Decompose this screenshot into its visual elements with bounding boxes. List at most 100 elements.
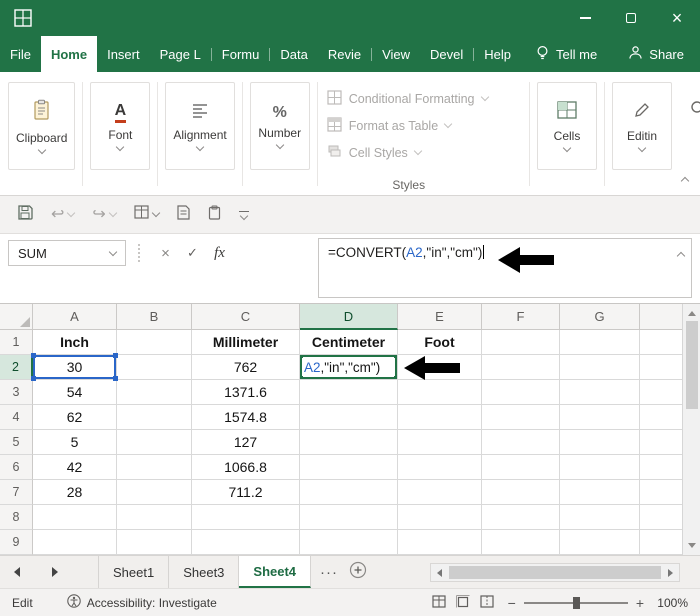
cell[interactable]	[192, 505, 300, 530]
column-header-e[interactable]: E	[398, 304, 482, 330]
cell[interactable]	[482, 455, 560, 480]
page-layout-view-icon[interactable]	[455, 594, 470, 611]
cell[interactable]	[117, 455, 192, 480]
row-header-8[interactable]: 8	[0, 505, 33, 530]
row-header-5[interactable]: 5	[0, 430, 33, 455]
cell[interactable]	[482, 380, 560, 405]
cell[interactable]	[117, 530, 192, 555]
horizontal-scrollbar-thumb[interactable]	[449, 566, 661, 579]
ribbon-group-alignment[interactable]: Alignment	[165, 82, 235, 170]
cell[interactable]	[640, 355, 682, 380]
column-header-b[interactable]: B	[117, 304, 192, 330]
customize-quick-access-button[interactable]	[230, 196, 258, 233]
minimize-button[interactable]	[562, 0, 608, 36]
conditional-formatting-button[interactable]: Conditional Formatting	[327, 85, 491, 112]
normal-view-icon[interactable]	[432, 594, 446, 611]
row-header-2-selected[interactable]: 2	[0, 355, 33, 380]
cell[interactable]	[398, 455, 482, 480]
ribbon-group-font[interactable]: A Font	[90, 82, 151, 170]
cell[interactable]	[560, 480, 640, 505]
cell[interactable]	[398, 405, 482, 430]
page-break-preview-icon[interactable]	[480, 594, 494, 611]
cell[interactable]	[640, 455, 682, 480]
tell-me-button[interactable]: Tell me	[535, 36, 597, 72]
cell[interactable]	[482, 480, 560, 505]
zoom-in-icon[interactable]: +	[636, 596, 644, 610]
cell[interactable]	[117, 355, 192, 380]
cell-C5[interactable]: 127	[192, 430, 300, 455]
tab-developer[interactable]: Devel	[420, 36, 473, 72]
cell[interactable]	[398, 430, 482, 455]
name-box[interactable]: SUM	[8, 240, 126, 266]
cell[interactable]	[117, 505, 192, 530]
cell[interactable]	[560, 455, 640, 480]
redo-button[interactable]: ↪	[83, 196, 124, 233]
cell[interactable]	[560, 505, 640, 530]
cell[interactable]	[482, 405, 560, 430]
scroll-down-icon[interactable]	[687, 543, 696, 548]
insert-function-button[interactable]: fx	[206, 240, 233, 266]
cell[interactable]	[398, 530, 482, 555]
cell-D2-editing[interactable]: A2 ,"in","cm")	[300, 355, 398, 380]
cell[interactable]	[560, 430, 640, 455]
zoom-out-icon[interactable]: −	[508, 596, 516, 610]
scroll-up-icon[interactable]	[687, 311, 696, 316]
table-tool-button[interactable]	[125, 196, 168, 233]
sheet-tab-sheet3[interactable]: Sheet3	[169, 556, 240, 588]
maximize-button[interactable]	[608, 0, 654, 36]
cell-A3[interactable]: 54	[33, 380, 117, 405]
cell[interactable]	[560, 330, 640, 355]
more-sheets-button[interactable]: ···	[311, 556, 347, 588]
cell[interactable]	[117, 480, 192, 505]
range-handle[interactable]	[113, 376, 118, 381]
sheet-tab-sheet4-active[interactable]: Sheet4	[239, 556, 312, 588]
clipboard-tool-button[interactable]	[199, 196, 230, 233]
cell[interactable]	[300, 430, 398, 455]
cell[interactable]	[482, 355, 560, 380]
cell[interactable]	[640, 430, 682, 455]
cell[interactable]	[482, 530, 560, 555]
sheet-nav-right-icon[interactable]	[52, 567, 58, 577]
cell-A7[interactable]: 28	[33, 480, 117, 505]
cell-A4[interactable]: 62	[33, 405, 117, 430]
collapse-formula-bar-button[interactable]	[676, 247, 686, 262]
tab-insert[interactable]: Insert	[97, 36, 150, 72]
cell[interactable]	[482, 430, 560, 455]
cell[interactable]	[640, 530, 682, 555]
scroll-right-icon[interactable]	[668, 568, 673, 577]
format-as-table-button[interactable]: Format as Table	[327, 112, 491, 139]
row-header-1[interactable]: 1	[0, 330, 33, 355]
row-header-6[interactable]: 6	[0, 455, 33, 480]
cell[interactable]	[560, 405, 640, 430]
zoom-slider[interactable]	[523, 596, 628, 609]
document-tool-button[interactable]	[168, 196, 199, 233]
close-button[interactable]: ×	[654, 0, 700, 36]
cell[interactable]	[640, 330, 682, 355]
cell[interactable]	[300, 480, 398, 505]
cell-C6[interactable]: 1066.8	[192, 455, 300, 480]
tab-help[interactable]: Help	[474, 36, 521, 72]
undo-button[interactable]: ↩	[42, 196, 83, 233]
cell-A6[interactable]: 42	[33, 455, 117, 480]
column-header-g[interactable]: G	[560, 304, 640, 330]
cell[interactable]	[398, 505, 482, 530]
sheet-nav-left-icon[interactable]	[14, 567, 20, 577]
cell[interactable]	[482, 330, 560, 355]
accessibility-checker-button[interactable]: Accessibility: Investigate	[66, 594, 217, 611]
scroll-left-icon[interactable]	[437, 568, 442, 577]
tab-review[interactable]: Revie	[318, 36, 371, 72]
cell[interactable]	[192, 530, 300, 555]
cell[interactable]	[117, 430, 192, 455]
cell[interactable]	[560, 380, 640, 405]
save-button[interactable]	[8, 196, 42, 233]
range-handle[interactable]	[31, 376, 36, 381]
cell-styles-button[interactable]: Cell Styles	[327, 139, 491, 166]
cell[interactable]	[560, 530, 640, 555]
cell[interactable]	[640, 405, 682, 430]
cell[interactable]	[300, 530, 398, 555]
cell[interactable]	[117, 330, 192, 355]
cell[interactable]	[640, 505, 682, 530]
row-header-3[interactable]: 3	[0, 380, 33, 405]
cell-A5[interactable]: 5	[33, 430, 117, 455]
horizontal-scrollbar[interactable]	[430, 563, 680, 582]
